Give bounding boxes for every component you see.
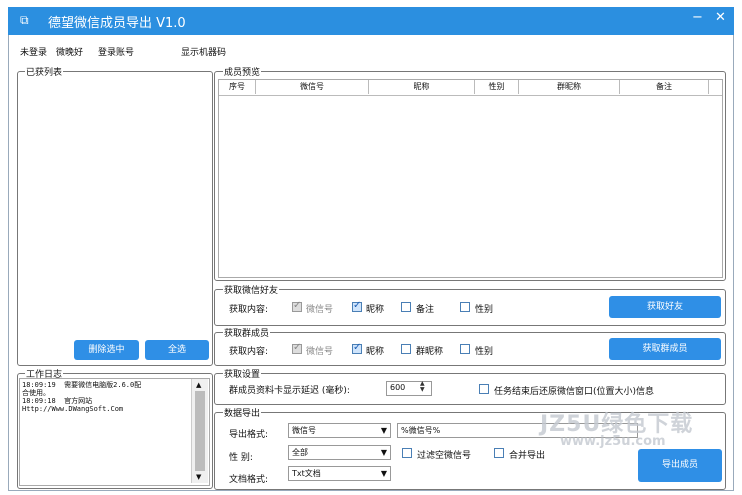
dropdown-arrow-icon: ▼: [380, 469, 387, 478]
gender-select[interactable]: 全部 ▼: [288, 445, 391, 460]
friends-legend: 获取微信好友: [223, 283, 280, 296]
friends-gender-checkbox[interactable]: [460, 302, 470, 312]
export-template-value: %微信号%: [401, 426, 441, 435]
scroll-up-icon[interactable]: ▲: [196, 381, 201, 389]
fetch-friends-button[interactable]: 获取好友: [609, 296, 721, 318]
groups-wechat-id-checkbox: [292, 342, 302, 354]
column-header-nickname[interactable]: 昵称: [369, 80, 475, 94]
column-header-index[interactable]: 序号: [219, 80, 256, 94]
groups-nickname-checkbox[interactable]: [352, 342, 362, 354]
merge-export-label: 合并导出: [509, 451, 546, 461]
friends-gender-label: 性别: [475, 305, 494, 315]
restore-window-label: 任务结束后还原微信窗口(位置大小)信息: [494, 387, 655, 397]
friends-content-label: 获取内容:: [229, 305, 269, 315]
log-line: 合使用。: [22, 389, 50, 397]
dropdown-arrow-icon: ▼: [380, 426, 387, 435]
column-header-remark[interactable]: 备注: [620, 80, 709, 94]
export-members-button[interactable]: 导出成员: [638, 449, 722, 482]
login-account-link[interactable]: 登录账号: [98, 45, 134, 58]
groups-gender-label: 性别: [475, 347, 494, 357]
group-members-legend: 获取群成员: [223, 326, 271, 339]
export-format-select[interactable]: 微信号 ▼: [288, 423, 391, 438]
groups-wechat-id-label: 微信号: [306, 347, 334, 357]
groups-content-label: 获取内容:: [229, 347, 269, 357]
friends-wechat-id-label: 微信号: [306, 305, 334, 315]
delete-selected-button[interactable]: 删除选中: [74, 340, 139, 360]
export-legend: 数据导出: [223, 406, 262, 419]
members-preview-legend: 成员预览: [223, 65, 262, 78]
export-format-value: 微信号: [292, 426, 316, 435]
minimize-button[interactable]: −: [692, 10, 703, 25]
gender-value: 全部: [292, 448, 308, 457]
fetched-listbox[interactable]: [20, 76, 208, 334]
doc-format-label: 文档格式:: [229, 475, 269, 485]
close-button[interactable]: ✕: [715, 10, 726, 25]
members-table[interactable]: 序号 微信号 昵称 性别 群昵称 备注: [218, 79, 723, 278]
log-line: Http://Www.DWangSoft.Com: [22, 405, 124, 413]
column-header-wechat-id[interactable]: 微信号: [256, 80, 369, 94]
filter-empty-label: 过滤空微信号: [417, 451, 472, 461]
scroll-down-icon[interactable]: ▼: [196, 473, 201, 481]
select-all-button[interactable]: 全选: [145, 340, 209, 360]
doc-format-value: Txt文档: [292, 469, 321, 478]
merge-export-checkbox[interactable]: [494, 448, 504, 458]
column-header-gender[interactable]: 性别: [475, 80, 519, 94]
restore-window-checkbox[interactable]: [479, 384, 489, 394]
members-table-header: 序号 微信号 昵称 性别 群昵称 备注: [219, 80, 722, 96]
delay-label: 群成员资料卡显示延迟 (毫秒):: [229, 386, 350, 396]
machine-code-link[interactable]: 显示机器码: [181, 45, 226, 58]
friends-nickname-checkbox[interactable]: [352, 300, 362, 312]
delay-value[interactable]: 600: [390, 383, 405, 392]
column-header-group-nickname[interactable]: 群昵称: [519, 80, 620, 94]
groups-gender-checkbox[interactable]: [460, 344, 470, 354]
app-icon: ⧉: [20, 13, 29, 27]
filter-empty-checkbox[interactable]: [402, 448, 412, 458]
delay-stepper[interactable]: 600 ▲ ▼: [386, 381, 432, 396]
scroll-thumb[interactable]: [195, 391, 205, 471]
nickname-label: 微晚好: [56, 48, 84, 58]
dropdown-arrow-icon: ▼: [380, 448, 387, 457]
watermark-url: www.jz5u.com: [560, 434, 666, 449]
groups-group-nickname-label: 群昵称: [416, 347, 444, 357]
gender-label: 性 别:: [229, 453, 253, 463]
login-state: 未登录: [20, 48, 48, 58]
doc-format-select[interactable]: Txt文档 ▼: [288, 466, 391, 481]
friends-wechat-id-checkbox: [292, 300, 302, 312]
groups-group-nickname-checkbox[interactable]: [401, 344, 411, 354]
title-bar: ⧉ 德望微信成员导出 V1.0 − ✕: [8, 7, 734, 35]
log-line: 18:09:18 官方网站: [22, 397, 93, 405]
friends-remark-label: 备注: [416, 305, 435, 315]
worklog-textbox[interactable]: 18:09:19 需要微信电脑版2.6.0配 合使用。 18:09:18 官方网…: [19, 378, 210, 486]
friends-nickname-label: 昵称: [366, 305, 385, 315]
fetch-group-members-button[interactable]: 获取群成员: [609, 338, 721, 360]
export-format-label: 导出格式:: [229, 430, 269, 440]
stepper-arrows-icon[interactable]: ▲ ▼: [420, 381, 425, 393]
friends-remark-checkbox[interactable]: [401, 302, 411, 312]
settings-legend: 获取设置: [223, 367, 262, 380]
window-title: 德望微信成员导出 V1.0: [48, 16, 186, 31]
log-line: 18:09:19 需要微信电脑版2.6.0配: [22, 381, 142, 389]
groups-nickname-label: 昵称: [366, 347, 385, 357]
log-scrollbar[interactable]: ▲ ▼: [191, 379, 208, 483]
